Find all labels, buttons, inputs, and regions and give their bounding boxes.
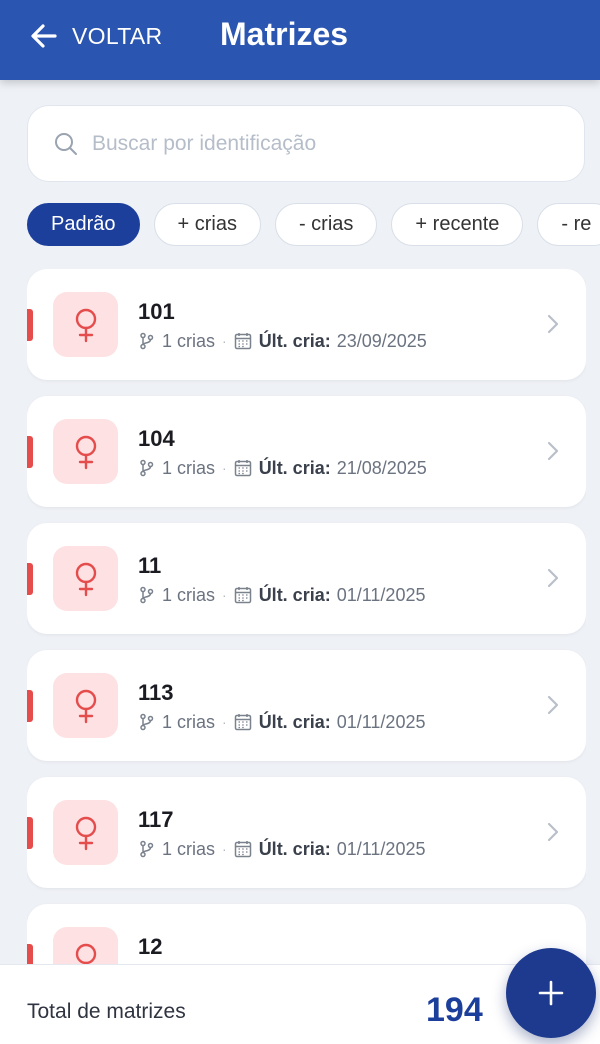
filter-chip-more-crias[interactable]: + crias xyxy=(153,203,261,246)
female-indicator-bar xyxy=(27,944,33,964)
back-label: VOLTAR xyxy=(72,22,163,49)
last-birth-date: 01/11/2025 xyxy=(336,711,426,732)
matrix-card[interactable]: 117 1 crias · Últ. cria: 01/11/2025 xyxy=(27,777,586,888)
female-avatar xyxy=(53,673,118,738)
search-input[interactable] xyxy=(92,131,552,156)
calendar-icon xyxy=(234,460,251,477)
chevron-right-icon xyxy=(547,441,559,461)
female-indicator-bar xyxy=(27,817,33,849)
chevron-right-icon xyxy=(547,568,559,588)
last-birth-label: Últ. cria: xyxy=(258,457,331,478)
last-birth-label: Últ. cria: xyxy=(258,330,331,351)
chevron-right-icon xyxy=(547,695,559,715)
crias-count: 1 crias xyxy=(162,838,216,859)
matrix-card[interactable]: 101 1 crias · Últ. cria: 23/09/2025 xyxy=(27,269,586,380)
back-button[interactable]: VOLTAR xyxy=(28,18,162,54)
page-title: Matrizes xyxy=(220,16,349,52)
matrix-id: 104 xyxy=(138,426,175,451)
female-avatar xyxy=(53,292,118,357)
matrix-id: 101 xyxy=(138,299,175,324)
female-icon xyxy=(75,943,96,964)
matrix-card[interactable]: 113 1 crias · Últ. cria: 01/11/2025 xyxy=(27,650,586,761)
filter-chip-less-crias[interactable]: - crias xyxy=(274,203,378,246)
crias-count: 1 crias xyxy=(162,457,216,478)
last-birth-date: 21/08/2025 xyxy=(336,457,427,478)
add-matrix-button[interactable] xyxy=(506,948,596,1038)
female-indicator-bar xyxy=(27,309,33,341)
meta-separator: · xyxy=(222,460,227,476)
last-birth-label: Últ. cria: xyxy=(258,584,331,605)
female-indicator-bar xyxy=(27,563,33,595)
matrix-card[interactable]: 104 1 crias · Últ. cria: 21/08/2025 xyxy=(27,396,586,507)
filter-chip-padrao[interactable]: Padrão xyxy=(27,203,140,246)
matrix-meta: 1 crias · Últ. cria: 21/08/2025 xyxy=(138,457,427,479)
branch-icon xyxy=(140,459,154,477)
matrix-id: 117 xyxy=(138,807,174,832)
filter-chip-less-recent[interactable]: - re xyxy=(537,203,600,246)
matrix-meta: 1 crias · Últ. cria: 01/11/2025 xyxy=(138,838,425,860)
last-birth-date: 01/11/2025 xyxy=(336,584,426,605)
female-avatar xyxy=(53,419,118,484)
plus-icon xyxy=(538,980,564,1006)
crias-count: 1 crias xyxy=(162,711,216,732)
female-icon xyxy=(75,562,96,596)
last-birth-label: Últ. cria: xyxy=(258,711,331,732)
matrices-list: 101 1 crias · Últ. cria: 23/09/2025 104 … xyxy=(27,269,586,964)
last-birth-label: Últ. cria: xyxy=(258,838,331,859)
last-birth-date: 01/11/2025 xyxy=(336,838,426,859)
last-birth-date: 23/09/2025 xyxy=(336,330,427,351)
chevron-right-icon xyxy=(547,314,559,334)
calendar-icon xyxy=(234,714,251,731)
matrix-meta: 1 crias · Últ. cria: 01/11/2025 xyxy=(138,711,425,733)
calendar-icon xyxy=(234,841,251,858)
matrix-id: 11 xyxy=(138,553,162,578)
chevron-right-icon xyxy=(547,822,559,842)
total-label: Total de matrizes xyxy=(27,1000,186,1023)
arrow-left-icon xyxy=(31,24,57,48)
meta-separator: · xyxy=(222,587,227,603)
app-header: VOLTAR Matrizes xyxy=(0,0,600,80)
calendar-icon xyxy=(234,333,251,350)
female-icon xyxy=(75,689,96,723)
matrix-id: 113 xyxy=(138,680,174,705)
matrix-card[interactable]: 11 1 crias · Últ. cria: 01/11/2025 xyxy=(27,523,586,634)
branch-icon xyxy=(140,332,154,350)
matrix-id: 12 xyxy=(138,934,163,959)
matrix-meta: 1 crias · Últ. cria: 01/11/2025 xyxy=(138,584,425,606)
branch-icon xyxy=(140,840,154,858)
meta-separator: · xyxy=(222,841,227,857)
branch-icon xyxy=(140,713,154,731)
female-icon xyxy=(75,435,96,469)
crias-count: 1 crias xyxy=(162,584,216,605)
branch-icon xyxy=(140,586,154,604)
female-avatar xyxy=(53,800,118,865)
female-icon xyxy=(75,816,96,850)
filter-chip-more-recent[interactable]: + recente xyxy=(391,203,524,246)
meta-separator: · xyxy=(222,714,227,730)
filter-chips: Padrão + crias - crias + recente - re xyxy=(27,203,600,246)
search-box[interactable] xyxy=(27,105,585,182)
female-avatar xyxy=(53,927,118,964)
total-count: 194 xyxy=(426,991,483,1029)
crias-count: 1 crias xyxy=(162,330,216,351)
female-icon xyxy=(75,308,96,342)
meta-separator: · xyxy=(222,333,227,349)
calendar-icon xyxy=(234,587,251,604)
female-indicator-bar xyxy=(27,436,33,468)
matrix-card[interactable]: 12 · xyxy=(27,904,586,964)
matrix-meta: 1 crias · Últ. cria: 23/09/2025 xyxy=(138,330,427,352)
female-avatar xyxy=(53,546,118,611)
search-icon xyxy=(55,132,77,155)
female-indicator-bar xyxy=(27,690,33,722)
